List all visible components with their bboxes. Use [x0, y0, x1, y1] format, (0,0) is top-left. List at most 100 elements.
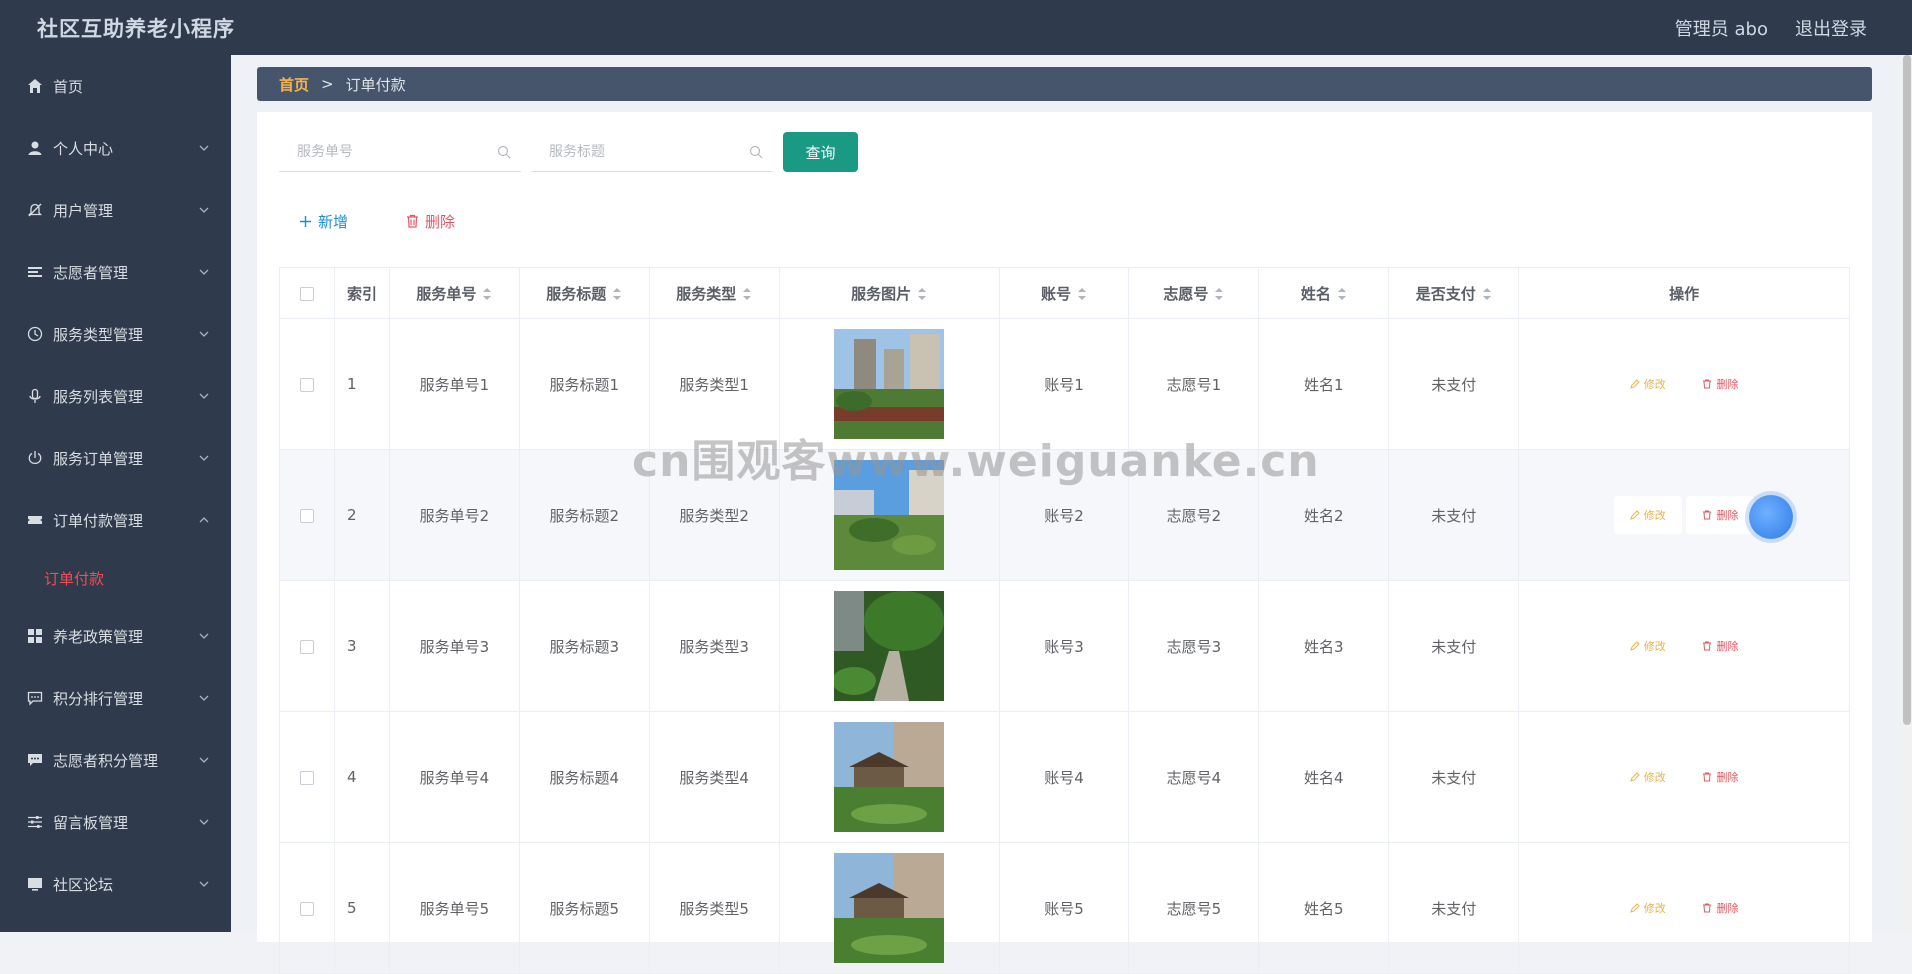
cell-index: 5	[333, 842, 390, 974]
logout-button[interactable]: 退出登录	[1795, 15, 1867, 41]
sidebar-item-volunteer-points[interactable]: 志愿者积分管理	[0, 729, 231, 791]
sidebar-item-policy[interactable]: 养老政策管理	[0, 605, 231, 667]
cell-paid: 未支付	[1388, 318, 1520, 450]
chevron-down-icon	[199, 695, 209, 701]
select-all-checkbox[interactable]	[299, 286, 314, 301]
cell-name: 姓名2	[1258, 449, 1390, 581]
cell-actions: 修改 删除	[1518, 842, 1850, 974]
service-image[interactable]	[834, 591, 945, 701]
column-header-order[interactable]: 服务单号	[388, 267, 520, 319]
cell-account: 账号5	[998, 842, 1130, 974]
column-header-type[interactable]: 服务类型	[648, 267, 780, 319]
sort-icon	[1482, 288, 1491, 300]
cell-account: 账号3	[998, 580, 1130, 712]
sidebar-item-order-payment[interactable]: 订单付款管理	[0, 489, 231, 551]
cell-image	[778, 842, 1000, 974]
clock-icon	[26, 325, 44, 343]
sidebar-item-personal[interactable]: 个人中心	[0, 117, 231, 179]
message-icon	[26, 751, 44, 769]
sidebar-item-label: 社区论坛	[53, 875, 114, 894]
cell-type: 服务类型2	[648, 449, 780, 581]
sidebar-item-home[interactable]: 首页	[0, 55, 231, 117]
row-checkbox[interactable]	[299, 770, 314, 785]
cell-image	[778, 318, 1000, 450]
cell-name: 姓名5	[1258, 842, 1390, 974]
delete-button[interactable]: 删除	[1686, 365, 1754, 403]
sidebar-item-volunteers[interactable]: 志愿者管理	[0, 241, 231, 303]
delete-button[interactable]: 删除	[1686, 496, 1755, 534]
column-header-volunteer[interactable]: 志愿号	[1128, 267, 1260, 319]
sidebar: 首页 个人中心 用户管理 志愿者管理 服务类型管理 服务列表管理 服务订单管理 …	[0, 55, 231, 932]
service-image[interactable]	[834, 460, 945, 570]
service-image[interactable]	[834, 329, 945, 439]
sidebar-item-service-list[interactable]: 服务列表管理	[0, 365, 231, 427]
sidebar-item-points-ranking[interactable]: 积分排行管理	[0, 667, 231, 729]
cell-actions: 修改 删除	[1518, 580, 1850, 712]
query-button[interactable]: 查询	[783, 132, 858, 172]
edit-button[interactable]: 修改	[1614, 758, 1682, 796]
sidebar-item-service-orders[interactable]: 服务订单管理	[0, 427, 231, 489]
edit-button[interactable]: 修改	[1613, 496, 1682, 534]
column-header-account[interactable]: 账号	[998, 267, 1130, 319]
delete-button[interactable]: 删除	[1686, 758, 1754, 796]
mic-icon	[26, 387, 44, 405]
delete-button[interactable]: 删除	[1686, 889, 1754, 927]
cell-order: 服务单号5	[388, 842, 520, 974]
column-header-image[interactable]: 服务图片	[778, 267, 1000, 319]
service-image[interactable]	[834, 853, 945, 963]
row-checkbox[interactable]	[299, 901, 314, 916]
chat-icon	[26, 689, 44, 707]
batch-delete-button[interactable]: 删除	[386, 201, 475, 241]
title-search-input[interactable]	[547, 142, 727, 161]
cell-volunteer: 志愿号1	[1128, 318, 1260, 450]
add-button[interactable]: 新增	[279, 201, 368, 241]
cell-account: 账号1	[998, 318, 1130, 450]
floating-assist-button[interactable]	[1749, 495, 1793, 539]
top-bar: 社区互助养老小程序 管理员 abo 退出登录	[0, 0, 1912, 55]
row-checkbox[interactable]	[299, 639, 314, 654]
sidebar-item-label: 个人中心	[53, 139, 114, 158]
column-header-paid[interactable]: 是否支付	[1388, 267, 1520, 319]
cell-account: 账号4	[998, 711, 1130, 843]
sidebar-item-forum[interactable]: 社区论坛	[0, 853, 231, 915]
list-icon	[26, 263, 44, 281]
trash-icon	[1703, 510, 1712, 520]
search-icon	[497, 145, 511, 158]
search-icon	[749, 145, 763, 158]
delete-label: 删除	[425, 212, 456, 231]
cell-name: 姓名3	[1258, 580, 1390, 712]
row-checkbox[interactable]	[299, 377, 314, 392]
breadcrumb-home[interactable]: 首页	[279, 74, 309, 95]
chevron-up-icon	[199, 517, 209, 523]
cell-title: 服务标题3	[518, 580, 650, 712]
select-all-cell	[279, 267, 335, 319]
edit-button[interactable]: 修改	[1614, 889, 1682, 927]
cell-order: 服务单号1	[388, 318, 520, 450]
row-checkbox[interactable]	[299, 508, 314, 523]
cell-title: 服务标题4	[518, 711, 650, 843]
admin-label[interactable]: 管理员 abo	[1675, 15, 1768, 41]
order-search-input[interactable]	[295, 142, 475, 161]
action-row: 新增 删除	[279, 201, 475, 241]
sidebar-item-message-board[interactable]: 留言板管理	[0, 791, 231, 853]
trash-icon	[407, 214, 419, 228]
sidebar-subitem-order-payment[interactable]: 订单付款	[0, 551, 231, 605]
edit-button[interactable]: 修改	[1614, 627, 1682, 665]
cell-name: 姓名1	[1258, 318, 1390, 450]
cell-volunteer: 志愿号2	[1128, 449, 1260, 581]
column-header-actions: 操作	[1518, 267, 1850, 319]
edit-button[interactable]: 修改	[1614, 365, 1682, 403]
delete-button[interactable]: 删除	[1686, 627, 1754, 665]
cell-title: 服务标题2	[518, 449, 650, 581]
sidebar-item-service-types[interactable]: 服务类型管理	[0, 303, 231, 365]
sort-icon	[483, 288, 492, 300]
page-scrollbar[interactable]	[1902, 55, 1912, 932]
service-image[interactable]	[834, 722, 945, 832]
column-header-name[interactable]: 姓名	[1258, 267, 1390, 319]
edit-icon	[1629, 641, 1640, 651]
trash-icon	[1703, 903, 1712, 913]
column-header-title[interactable]: 服务标题	[518, 267, 650, 319]
scrollbar-thumb[interactable]	[1903, 55, 1911, 725]
sidebar-item-users[interactable]: 用户管理	[0, 179, 231, 241]
ticket-icon	[26, 511, 44, 529]
